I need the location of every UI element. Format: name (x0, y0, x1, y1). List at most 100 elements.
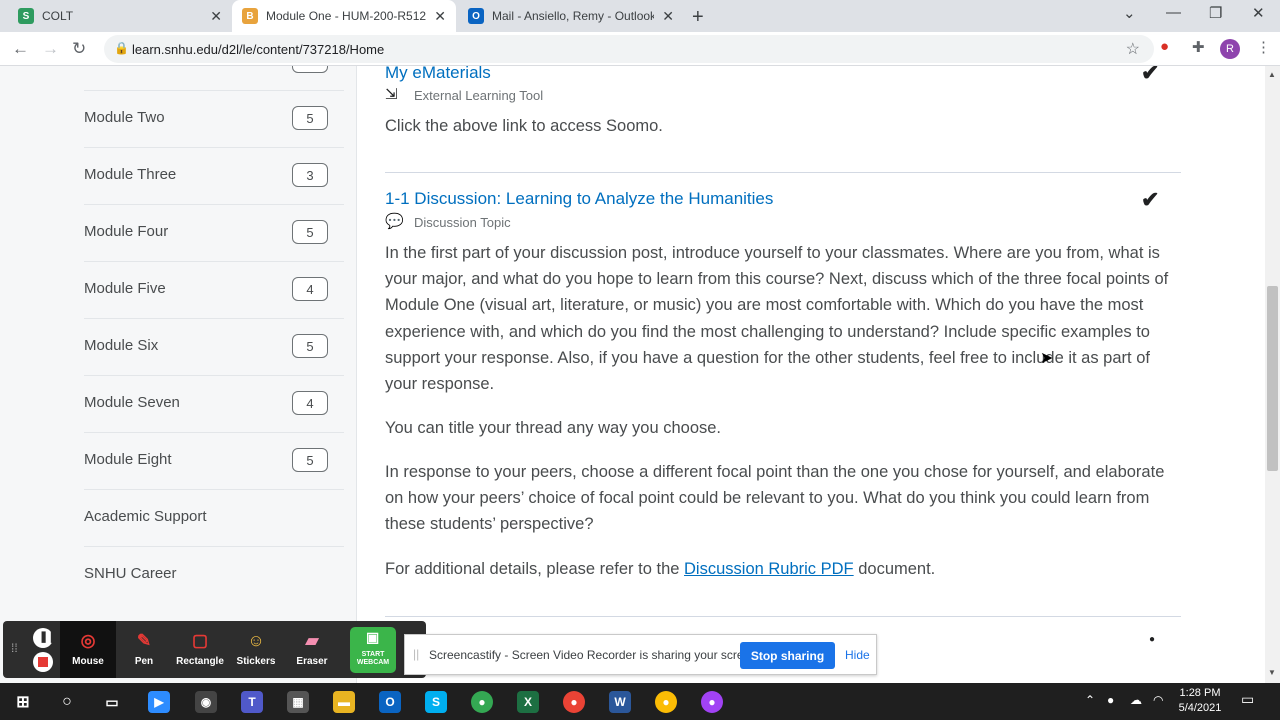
sharing-message: Screencastify - Screen Video Recorder is… (429, 648, 761, 662)
tab-module-one[interactable]: B Module One - HUM-200-R5126 / ✕ (232, 0, 456, 32)
stop-sharing-button[interactable]: Stop sharing (740, 642, 835, 669)
maximize-icon[interactable]: ❐ (1209, 4, 1222, 22)
drag-handle-icon[interactable]: || (413, 647, 419, 661)
reload-icon[interactable]: ↻ (72, 39, 86, 59)
extension-screencastify-icon[interactable]: ● (1160, 38, 1169, 55)
tool-label: Stickers (236, 656, 276, 667)
pen-icon: ✎ (136, 631, 152, 650)
forward-icon[interactable]: → (42, 39, 59, 59)
close-window-icon[interactable]: ✕ (1252, 4, 1265, 22)
chrome-app-icon[interactable]: ● (655, 691, 677, 713)
stickers-tool-button[interactable]: ☺ Stickers (228, 621, 284, 678)
pause-button[interactable]: ❚❚ (33, 628, 57, 648)
url-text[interactable]: learn.snhu.edu/d2l/le/content/737218/Hom… (132, 42, 384, 57)
close-tab-icon[interactable]: ✕ (210, 8, 222, 25)
screencast-app-icon[interactable]: ◉ (195, 691, 217, 713)
sidebar-item-label: Module Two (84, 109, 165, 126)
address-bar[interactable]: 🔒 learn.snhu.edu/d2l/le/content/737218/H… (104, 35, 1154, 63)
tab-title: COLT (42, 9, 74, 23)
sidebar-item-module-four[interactable]: Module Four 5 (84, 205, 344, 262)
sidebar-item-module-three[interactable]: Module Three 3 (84, 148, 344, 205)
start-webcam-button[interactable]: ▣ START WEBCAM (350, 627, 396, 673)
tab-outlook[interactable]: O Mail - Ansiello, Remy - Outlook ✕ (458, 0, 684, 32)
task-view-icon[interactable]: ▭ (101, 691, 123, 713)
tab-title: Module One - HUM-200-R5126 / (266, 9, 427, 23)
page-scrollbar[interactable]: ▲ ▼ (1265, 66, 1280, 683)
bookmark-star-icon[interactable]: ☆ (1126, 39, 1140, 59)
excel-app-icon[interactable]: X (517, 691, 539, 713)
new-tab-icon[interactable]: + (692, 6, 704, 29)
mouse-tool-icon: ◎ (80, 631, 96, 650)
eraser-tool-button[interactable]: ▰ Eraser (284, 621, 340, 678)
bullet-dot-icon: ● (1149, 634, 1156, 645)
zoom-app-icon[interactable]: ▶ (148, 691, 170, 713)
colt-favicon-icon: S (18, 8, 34, 24)
word-app-icon[interactable]: W (609, 691, 631, 713)
onedrive-icon[interactable]: ☁ (1130, 693, 1142, 707)
screencastify-toolbar: ⁞⁞ ❚❚ ◎ Mouse ✎ Pen ▢ Rectangle ☺ Sticke… (3, 621, 426, 678)
screen-sharing-bar: || Screencastify - Screen Video Recorder… (404, 634, 877, 675)
count-badge: 5 (292, 106, 328, 130)
taskbar-clock[interactable]: 1:28 PM 5/4/2021 (1170, 686, 1230, 716)
extensions-puzzle-icon[interactable]: ✚ (1192, 38, 1205, 56)
sidebar-item-label: Module Eight (84, 451, 172, 468)
sidebar-item-label: SNHU Career (84, 565, 177, 582)
wifi-icon[interactable]: ◠ (1153, 693, 1163, 707)
chrome-profile-app-icon[interactable]: ● (563, 691, 585, 713)
cortana-search-icon[interactable]: ○ (56, 691, 78, 713)
count-badge: 5 (292, 448, 328, 472)
skype-app-icon[interactable]: S (425, 691, 447, 713)
teams-app-icon[interactable]: T (241, 691, 263, 713)
stop-recording-button[interactable] (33, 652, 53, 672)
tab-search-icon[interactable]: ⌄ (1123, 4, 1136, 22)
notifications-icon[interactable]: ▭ (1241, 691, 1254, 708)
sidebar-item-academic-support[interactable]: Academic Support (84, 490, 344, 547)
outlook-favicon-icon: O (468, 8, 484, 24)
menu-kebab-icon[interactable]: ⋮ (1256, 38, 1271, 56)
back-icon[interactable]: ← (12, 39, 29, 59)
chrome-app-icon[interactable]: ● (471, 691, 493, 713)
sidebar-item-label: Module One (84, 66, 166, 69)
discussion-rubric-link[interactable]: Discussion Rubric PDF (684, 560, 854, 578)
file-explorer-icon[interactable]: ▬ (333, 691, 355, 713)
brightspace-favicon-icon: B (242, 8, 258, 24)
network-status-icon[interactable]: ● (1107, 693, 1114, 707)
sidebar-item-module-six[interactable]: Module Six 5 (84, 319, 344, 376)
close-tab-icon[interactable]: ✕ (662, 8, 674, 25)
topic-link-my-ematerials[interactable]: My eMaterials (385, 66, 491, 83)
sidebar-item-module-seven[interactable]: Module Seven 4 (84, 376, 344, 433)
p4-text-after: document. (853, 560, 936, 578)
count-badge: 4 (292, 277, 328, 301)
sticker-smiley-icon: ☺ (247, 631, 265, 650)
lock-icon[interactable]: 🔒 (114, 41, 129, 55)
drag-handle-icon[interactable]: ⁞⁞ (11, 641, 18, 655)
sidebar-item-snhu-career[interactable]: SNHU Career (84, 547, 344, 604)
rectangle-icon: ▢ (191, 631, 209, 650)
mouse-tool-button[interactable]: ◎ Mouse (60, 621, 116, 678)
chrome-active-app-icon[interactable]: ● (701, 691, 723, 713)
completed-check-icon: ✔ (1141, 187, 1160, 212)
sidebar-item-module-two[interactable]: Module Two 5 (84, 91, 344, 148)
calculator-app-icon[interactable]: ▦ (287, 691, 309, 713)
sidebar-item-module-five[interactable]: Module Five 4 (84, 262, 344, 319)
discussion-prompt-p3: In response to your peers, choose a diff… (385, 463, 1165, 534)
scrollbar-thumb[interactable] (1267, 286, 1278, 471)
close-tab-icon[interactable]: ✕ (434, 8, 446, 25)
topic-link-discussion[interactable]: 1-1 Discussion: Learning to Analyze the … (385, 189, 773, 209)
scroll-up-icon[interactable]: ▲ (1268, 70, 1276, 79)
divider (385, 616, 1181, 617)
scroll-down-icon[interactable]: ▼ (1268, 668, 1276, 677)
sidebar-item-module-one[interactable]: Module One (84, 66, 344, 91)
minimize-icon[interactable]: — (1166, 4, 1181, 21)
pen-tool-button[interactable]: ✎ Pen (116, 621, 172, 678)
rectangle-tool-button[interactable]: ▢ Rectangle (172, 621, 228, 678)
tab-strip: S COLT ✕ B Module One - HUM-200-R5126 / … (0, 0, 1280, 32)
sidebar-item-module-eight[interactable]: Module Eight 5 (84, 433, 344, 490)
sidebar-item-label: Module Six (84, 337, 159, 354)
windows-start-icon[interactable]: ⊞ (12, 691, 34, 713)
outlook-app-icon[interactable]: O (379, 691, 401, 713)
show-hidden-icons-icon[interactable]: ⌃ (1085, 693, 1095, 707)
tab-colt[interactable]: S COLT ✕ (8, 0, 232, 32)
avatar[interactable]: R (1220, 39, 1240, 59)
hide-button[interactable]: Hide (845, 648, 870, 662)
